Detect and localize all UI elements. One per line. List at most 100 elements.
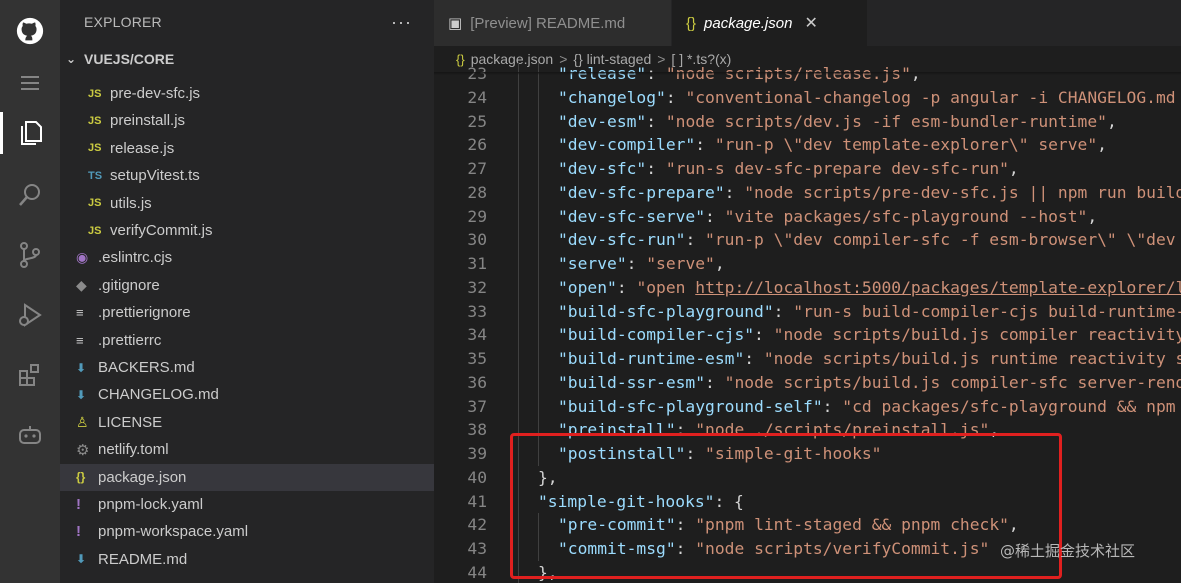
json-key: "dev-sfc-prepare" [558,182,725,202]
indent-guide [538,418,539,443]
indent-guide [518,323,519,348]
code-content: "changelog": "conventional-changelog -p … [558,86,1181,110]
code-line: 44}, [434,560,1181,583]
indent-guide [538,157,539,181]
tab-readme-preview[interactable]: ▣ [Preview] README.md [434,0,672,46]
code-content: "simple-git-hooks": { [538,490,744,514]
workspace-section[interactable]: ⌄ VUEJS/CORE [60,44,434,74]
line-number: 24 [467,87,487,107]
indent-guide [538,299,539,324]
menu-icon[interactable] [0,58,60,108]
copilot-icon[interactable] [0,410,60,460]
punctuation: , [714,254,725,273]
json-string: "node scripts/build.js compiler reactivi… [773,325,1181,345]
tree-item-label: pnpm-workspace.yaml [98,523,249,541]
json-file-icon: {} [686,14,697,32]
tree-item[interactable]: ≡ .prettierrc [60,327,434,354]
indent-guide [538,370,539,395]
yaml-file-icon: ! [76,496,81,513]
punctuation: }, [538,562,558,582]
tree-item[interactable]: ⬇ CHANGELOG.md [60,381,434,408]
extensions-icon[interactable] [0,350,60,400]
punctuation: : [685,230,706,250]
indent-guide [538,323,539,348]
line-number: 35 [467,349,487,368]
line-number: 30 [467,230,487,250]
punctuation: : [705,206,725,226]
more-actions-icon[interactable]: ··· [391,12,412,33]
tree-item[interactable]: ◉ .eslintrc.cjs [60,244,434,271]
explorer-sidebar: EXPLORER ··· ⌄ VUEJS/CORE JS pre-dev-sfc.… [60,0,434,583]
punctuation: , [1106,111,1117,131]
line-number: 29 [467,206,487,226]
punctuation: }, [538,467,558,487]
github-icon[interactable] [0,6,60,56]
js-file-icon: JS [88,142,102,155]
tree-item-label: .prettierignore [98,304,191,322]
tree-item-label: pre-dev-sfc.js [110,85,201,102]
code-line: 38 "preinstall": "node ./scripts/preinsta… [434,418,1181,443]
json-key: "open" [558,277,617,297]
tree-item[interactable]: JS preinstall.js [60,107,434,134]
punctuation: : [646,111,666,131]
tree-item[interactable]: ! pnpm-workspace.yaml [60,518,434,545]
tree-item[interactable]: ◆ .gitignore [60,272,434,299]
run-debug-icon[interactable] [0,290,60,340]
punctuation: : [695,135,715,155]
tree-item[interactable]: ⚙ netlify.toml [60,436,434,463]
json-key: "serve" [558,254,627,273]
tree-item-label: release.js [110,139,175,157]
code-line: 42 "pre-commit": "pnpm lint-staged && pnp… [434,513,1181,538]
punctuation: : [646,159,666,178]
line-number: 33 [467,301,487,321]
tree-item[interactable]: ⬇ README.md [60,546,434,573]
json-string: "vite packages/sfc-playground --host" [724,206,1088,226]
json-string: "conventional-changelog -p angular -i CH… [685,87,1181,107]
indent-guide [538,537,539,561]
js-file-icon: JS [88,224,102,237]
indent-guide [518,157,519,181]
explorer-icon[interactable] [0,108,60,158]
url-link[interactable]: http://localhost:5000/packages/template-… [695,278,1181,297]
punctuation: : [616,277,637,297]
code-content: "dev-sfc-run": "run-p \"dev compiler-sfc… [558,228,1181,252]
tab-package-json[interactable]: {} package.json ✕ [672,0,868,46]
tree-item[interactable]: ⬇ BACKERS.md [60,354,434,381]
lines-file-icon: ≡ [76,332,84,348]
tree-item-label: package.json [98,468,187,486]
indent-guide [518,418,519,443]
indent-guide [518,180,519,205]
punctuation: : [675,515,696,535]
tree-item[interactable]: TS setupVitest.ts [60,162,434,189]
tree-item[interactable]: JS pre-dev-sfc.js [60,80,434,107]
search-icon[interactable] [0,170,60,220]
code-content: "dev-sfc-prepare": "node scripts/pre-dev… [558,181,1181,205]
tree-item[interactable]: JS verifyCommit.js [60,217,434,244]
code-line: 37 "build-sfc-playground-self": "cd packa… [434,394,1181,419]
code-line: 32 "open": "open http://localhost:5000/pa… [434,275,1181,300]
watermark: @稀土掘金技术社区 [1000,542,1136,560]
source-control-icon[interactable] [0,230,60,280]
json-string: "pnpm lint-staged && pnpm check" [695,515,1009,535]
tree-item[interactable]: JS release.js [60,135,434,162]
indent-guide [538,275,539,300]
indent-guide [538,109,539,134]
code-editor[interactable]: 23"release": "node scripts/release.js",2… [434,62,1181,583]
tree-item[interactable]: {} package.json [60,463,434,491]
tree-item[interactable]: JS utils.js [60,190,434,217]
code-content: "build-sfc-playground-self": "cd package… [558,395,1181,419]
json-key: "preinstall" [558,420,676,440]
tree-item[interactable]: ≡ .prettierignore [60,299,434,326]
indent-guide [518,513,519,538]
punctuation: , [1087,206,1098,226]
close-icon[interactable]: ✕ [804,13,817,33]
tree-item[interactable]: ! pnpm-lock.yaml [60,491,434,518]
indent-guide [518,394,519,419]
punctuation: : { [714,491,744,511]
tree-item[interactable]: ♙ LICENSE [60,409,434,436]
md-file-icon: ⬇ [76,387,87,402]
indent-guide [518,465,519,490]
indent-guide [518,109,519,134]
code-line: 36 "build-ssr-esm": "node scripts/build.j… [434,370,1181,395]
indent-guide [538,513,539,538]
